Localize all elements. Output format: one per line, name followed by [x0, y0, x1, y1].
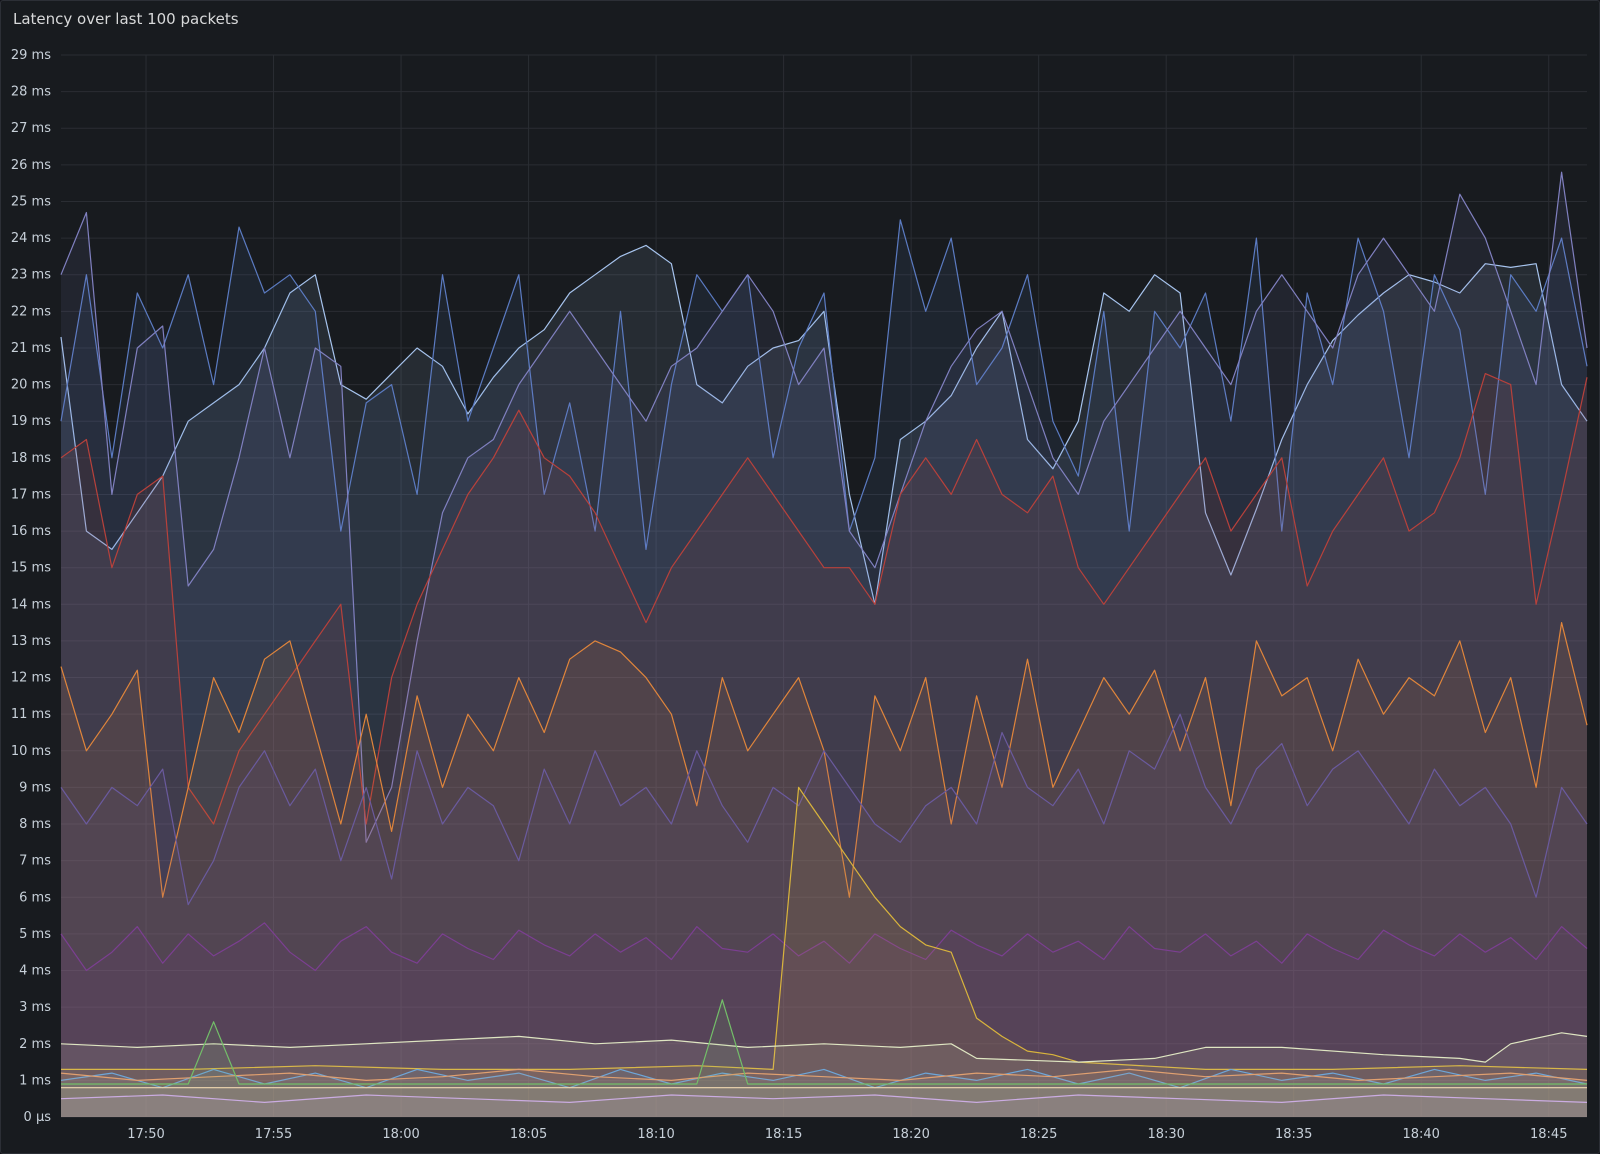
y-tick-label: 10 ms	[11, 744, 51, 759]
y-tick-label: 17 ms	[11, 487, 51, 502]
latency-panel: Latency over last 100 packets 0 μs 1 ms 2 …	[0, 0, 1600, 1154]
x-tick-label: 18:30	[1147, 1127, 1184, 1142]
x-axis: 17:50 17:55 18:00 18:05 18:10 18:15 18:20 18:25…	[127, 1127, 1567, 1142]
y-tick-label: 12 ms	[11, 671, 51, 686]
y-tick-label: 24 ms	[11, 231, 51, 246]
y-tick-label: 7 ms	[19, 854, 51, 869]
x-tick-label: 18:10	[637, 1127, 674, 1142]
y-tick-label: 4 ms	[19, 964, 51, 979]
x-tick-label: 18:20	[892, 1127, 929, 1142]
y-tick-label: 5 ms	[19, 927, 51, 942]
series-area	[61, 1087, 1587, 1117]
y-tick-label: 19 ms	[11, 414, 51, 429]
x-tick-label: 18:25	[1020, 1127, 1057, 1142]
y-tick-label: 3 ms	[19, 1000, 51, 1015]
y-tick-label: 0 μs	[24, 1110, 52, 1125]
latency-chart[interactable]: 0 μs 1 ms 2 ms 3 ms 4 ms 5 ms 6 ms 7 ms 8 ms 9 ms…	[1, 1, 1599, 1153]
x-tick-label: 17:50	[127, 1127, 164, 1142]
x-tick-label: 18:05	[510, 1127, 547, 1142]
y-tick-label: 26 ms	[11, 158, 51, 173]
y-tick-label: 8 ms	[19, 817, 51, 832]
y-tick-label: 15 ms	[11, 561, 51, 576]
x-tick-label: 18:45	[1530, 1127, 1567, 1142]
x-tick-label: 18:15	[765, 1127, 802, 1142]
y-tick-label: 9 ms	[19, 780, 51, 795]
y-tick-label: 13 ms	[11, 634, 51, 649]
y-tick-label: 16 ms	[11, 524, 51, 539]
y-tick-label: 27 ms	[11, 121, 51, 136]
x-tick-label: 17:55	[255, 1127, 292, 1142]
y-tick-label: 18 ms	[11, 451, 51, 466]
y-axis: 0 μs 1 ms 2 ms 3 ms 4 ms 5 ms 6 ms 7 ms 8 ms 9 ms…	[11, 48, 51, 1125]
y-tick-label: 29 ms	[11, 48, 51, 63]
x-tick-label: 18:35	[1275, 1127, 1312, 1142]
y-tick-label: 14 ms	[11, 597, 51, 612]
y-tick-label: 25 ms	[11, 194, 51, 209]
y-tick-label: 28 ms	[11, 85, 51, 100]
y-tick-label: 20 ms	[11, 378, 51, 393]
y-tick-label: 6 ms	[19, 890, 51, 905]
y-tick-label: 23 ms	[11, 268, 51, 283]
x-tick-label: 18:40	[1402, 1127, 1439, 1142]
y-tick-label: 1 ms	[19, 1073, 51, 1088]
x-tick-label: 18:00	[382, 1127, 419, 1142]
y-tick-label: 2 ms	[19, 1037, 51, 1052]
y-tick-label: 22 ms	[11, 304, 51, 319]
y-tick-label: 11 ms	[11, 707, 51, 722]
series-group	[60, 171, 1588, 1118]
y-tick-label: 21 ms	[11, 341, 51, 356]
